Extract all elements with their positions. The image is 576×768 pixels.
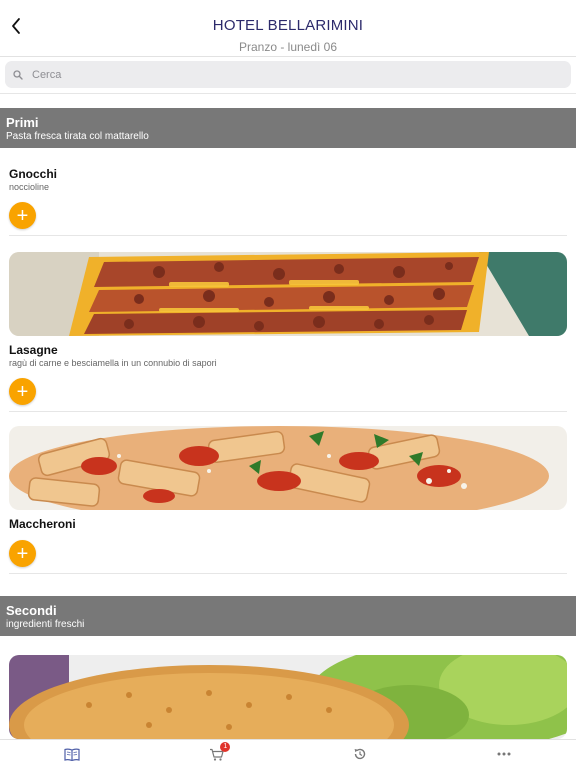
tab-history[interactable]	[288, 740, 432, 768]
cart-badge: 1	[220, 742, 231, 752]
item-description: ragù di carne e besciamella in un connub…	[9, 358, 217, 368]
menu-item-lasagne: Lasagne ragù di carne e besciamella in u…	[9, 252, 567, 412]
item-description: noccioline	[9, 182, 50, 192]
menu-item-gnocchi: Gnocchi noccioline +	[9, 160, 567, 236]
divider	[9, 573, 567, 574]
history-icon	[354, 748, 366, 760]
maccheroni-photo	[9, 426, 567, 510]
plus-icon: +	[16, 204, 29, 227]
item-name: Gnocchi	[9, 167, 58, 181]
more-icon	[497, 752, 511, 756]
page-title: HOTEL BELLARIMINI	[212, 17, 364, 34]
tab-bar: 1	[0, 739, 576, 768]
section-title: Primi	[6, 115, 39, 130]
divider	[9, 411, 567, 412]
plus-icon: +	[16, 542, 29, 565]
lasagne-photo	[9, 252, 567, 336]
add-button[interactable]: +	[9, 378, 36, 405]
plus-icon: +	[16, 380, 29, 403]
section-title: Secondi	[6, 603, 57, 618]
item-name: Lasagne	[9, 343, 58, 357]
add-button[interactable]: +	[9, 202, 36, 229]
tab-more[interactable]	[432, 740, 576, 768]
item-name: Maccheroni	[9, 517, 76, 531]
tab-menu[interactable]	[0, 740, 144, 768]
search-placeholder: Cerca	[32, 68, 62, 81]
cutlet-photo	[9, 655, 567, 739]
add-button[interactable]: +	[9, 540, 36, 567]
section-header-primi: Primi Pasta fresca tirata col mattarello	[0, 108, 576, 148]
menu-item-maccheroni: Maccheroni +	[9, 426, 567, 574]
section-description: Pasta fresca tirata col mattarello	[6, 131, 149, 142]
divider	[0, 93, 576, 94]
menu-book-icon	[64, 748, 80, 761]
search-input[interactable]: Cerca	[5, 61, 571, 88]
header: HOTEL BELLARIMINI Pranzo - lunedì 06	[0, 0, 576, 57]
tab-cart[interactable]: 1	[144, 740, 288, 768]
page-subtitle: Pranzo - lunedì 06	[238, 40, 338, 54]
menu-item-secondi-1	[9, 655, 567, 739]
divider	[9, 235, 567, 236]
section-header-secondi: Secondi ingredienti freschi	[0, 596, 576, 636]
section-description: ingredienti freschi	[6, 619, 85, 630]
search-icon	[11, 68, 25, 82]
